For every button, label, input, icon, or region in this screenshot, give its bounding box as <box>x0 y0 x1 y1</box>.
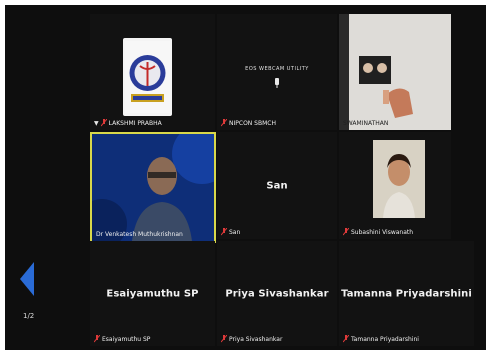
nameplate: Tamanna Priyadarshini <box>343 335 419 343</box>
nameplate: NIPCON SBMCH <box>221 119 276 127</box>
participant-center-name: San <box>266 180 288 191</box>
participant-tile-subashini[interactable]: Subashini Viswanath <box>339 132 451 239</box>
nameplate: Esaiyamuthu SP <box>94 335 150 343</box>
video-feed <box>339 14 451 130</box>
video-feed <box>373 140 425 218</box>
mic-muted-icon <box>221 228 227 236</box>
participant-center-name: Priya Sivashankar <box>225 288 329 299</box>
participant-name: Dr Venkatesh Muthukrishnan <box>96 231 183 238</box>
participant-tile-swaminathan[interactable]: SWAMINATHAN <box>339 14 451 130</box>
mic-muted-icon <box>94 335 100 343</box>
participant-tile-esaiyamuthu[interactable]: Esaiyamuthu SP Esaiyamuthu SP <box>90 241 215 346</box>
mic-muted-icon <box>100 119 107 127</box>
participant-tile-venkatesh[interactable]: Dr Venkatesh Muthukrishnan <box>90 132 216 243</box>
mic-muted-icon <box>221 119 227 127</box>
page-indicator: 1/2 <box>23 312 35 320</box>
nameplate: San <box>221 228 240 236</box>
nameplate: Priya Sivashankar <box>221 335 282 343</box>
video-grid: ▼ LAKSHMI PRABHA EOS WEBCAM UTILITY NIPC… <box>5 5 486 350</box>
camera-caption: EOS WEBCAM UTILITY <box>245 66 309 72</box>
pin-icon: ▼ <box>94 119 99 127</box>
college-logo <box>123 38 172 116</box>
nameplate: Dr Venkatesh Muthukrishnan <box>96 231 183 238</box>
participant-name: SWAMINATHAN <box>343 120 389 127</box>
participant-name: Priya Sivashankar <box>229 335 283 343</box>
participant-name: San <box>229 228 241 236</box>
participant-name: Subashini Viswanath <box>351 228 414 236</box>
participant-name: NIPCON SBMCH <box>229 119 276 127</box>
nameplate: Subashini Viswanath <box>343 228 413 236</box>
camera-icon <box>275 78 279 88</box>
participant-tile-lakshmi[interactable]: ▼ LAKSHMI PRABHA <box>90 14 215 130</box>
participant-tile-tamanna[interactable]: Tamanna Priyadarshini Tamanna Priyadarsh… <box>339 241 474 346</box>
video-feed <box>92 134 214 241</box>
mic-muted-icon <box>221 335 227 343</box>
participant-name: LAKSHMI PRABHA <box>108 119 162 127</box>
participant-tile-priya[interactable]: Priya Sivashankar Priya Sivashankar <box>217 241 337 346</box>
participant-name: Tamanna Priyadarshini <box>351 335 419 343</box>
nameplate: ▼ LAKSHMI PRABHA <box>94 119 162 127</box>
participant-tile-nipcon[interactable]: EOS WEBCAM UTILITY NIPCON SBMCH <box>217 14 337 130</box>
nameplate: SWAMINATHAN <box>343 120 388 127</box>
participant-tile-san[interactable]: San San <box>217 132 337 239</box>
mic-muted-icon <box>343 335 349 343</box>
participant-center-name: Tamanna Priyadarshini <box>341 288 472 299</box>
mic-muted-icon <box>343 228 349 236</box>
arrow-left-icon[interactable] <box>20 262 34 296</box>
participant-center-name: Esaiyamuthu SP <box>106 288 199 299</box>
participant-name: Esaiyamuthu SP <box>102 335 151 343</box>
